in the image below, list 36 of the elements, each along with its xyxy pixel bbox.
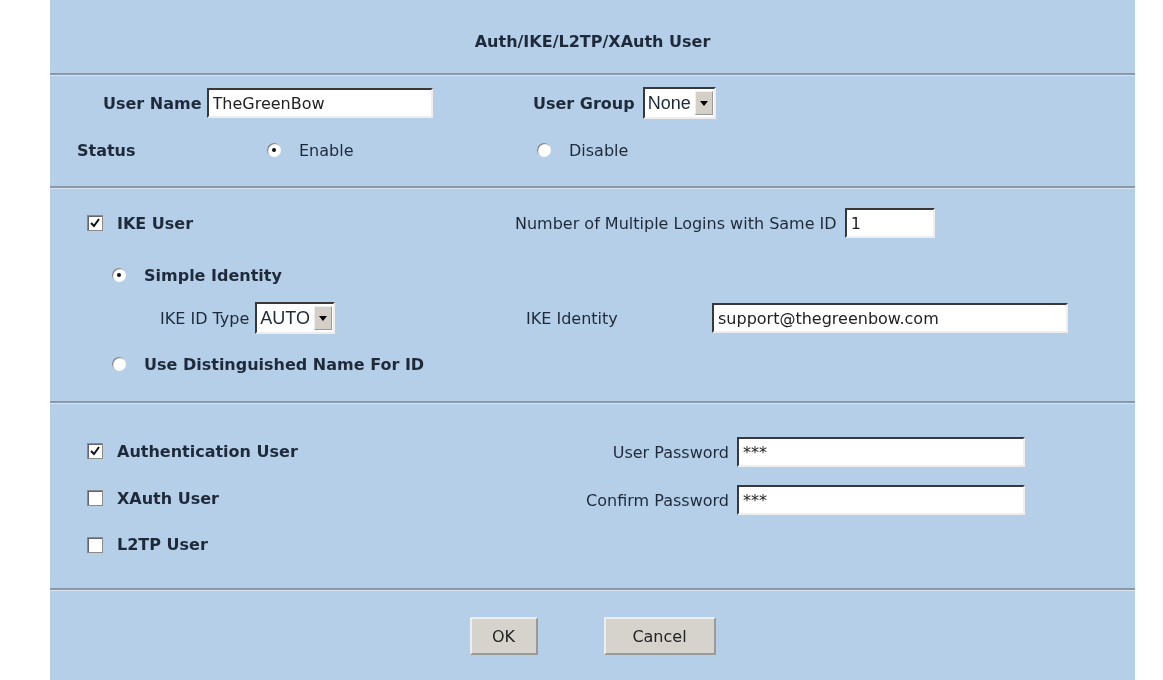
checkbox-label: L2TP User xyxy=(117,535,208,555)
field-label: User Password xyxy=(612,442,729,462)
checkbox-label: IKE User xyxy=(117,213,194,233)
field-label: User Group xyxy=(533,93,635,113)
checkbox-label: Authentication User xyxy=(117,441,298,461)
checkbox[interactable] xyxy=(87,443,103,460)
radio-label: Simple Identity xyxy=(144,265,282,285)
radio-button[interactable] xyxy=(112,268,126,282)
field-label: IKE ID Type xyxy=(160,308,250,328)
radio-button[interactable] xyxy=(267,143,281,157)
dropdown[interactable]: None xyxy=(642,87,716,119)
checkbox[interactable] xyxy=(87,490,103,506)
radio-label: Use Distinguished Name For ID xyxy=(144,354,425,374)
radio-button[interactable] xyxy=(537,143,551,157)
dialog-title: Auth/IKE/L2TP/XAuth User xyxy=(473,31,712,53)
field-label: Number of Multiple Logins with Same ID xyxy=(515,213,837,233)
cancel-button[interactable]: Cancel xyxy=(603,617,716,655)
field-label: Confirm Password xyxy=(586,490,729,510)
field-label: IKE Identity xyxy=(526,308,618,328)
ike-identity-field[interactable]: support@thegreenbow.com xyxy=(712,303,1068,333)
caret-icon xyxy=(694,91,713,115)
checkbox[interactable] xyxy=(87,215,103,231)
dropdown[interactable]: AUTO xyxy=(255,302,335,334)
radio-label: Disable xyxy=(569,140,629,160)
caret-icon xyxy=(313,306,332,330)
field-label: User Name xyxy=(103,93,202,113)
logins-field[interactable]: 1 xyxy=(844,208,935,238)
radio-label: Enable xyxy=(299,140,354,160)
radio-button[interactable] xyxy=(112,357,126,371)
user-name-field[interactable]: TheGreenBow xyxy=(206,88,433,118)
password-field[interactable]: *** xyxy=(737,485,1025,515)
field-label: Status xyxy=(77,140,136,160)
checkbox-label: XAuth User xyxy=(117,488,219,508)
password-field[interactable]: *** xyxy=(737,437,1025,467)
ok-button[interactable]: OK xyxy=(469,617,538,655)
checkbox[interactable] xyxy=(87,536,103,553)
